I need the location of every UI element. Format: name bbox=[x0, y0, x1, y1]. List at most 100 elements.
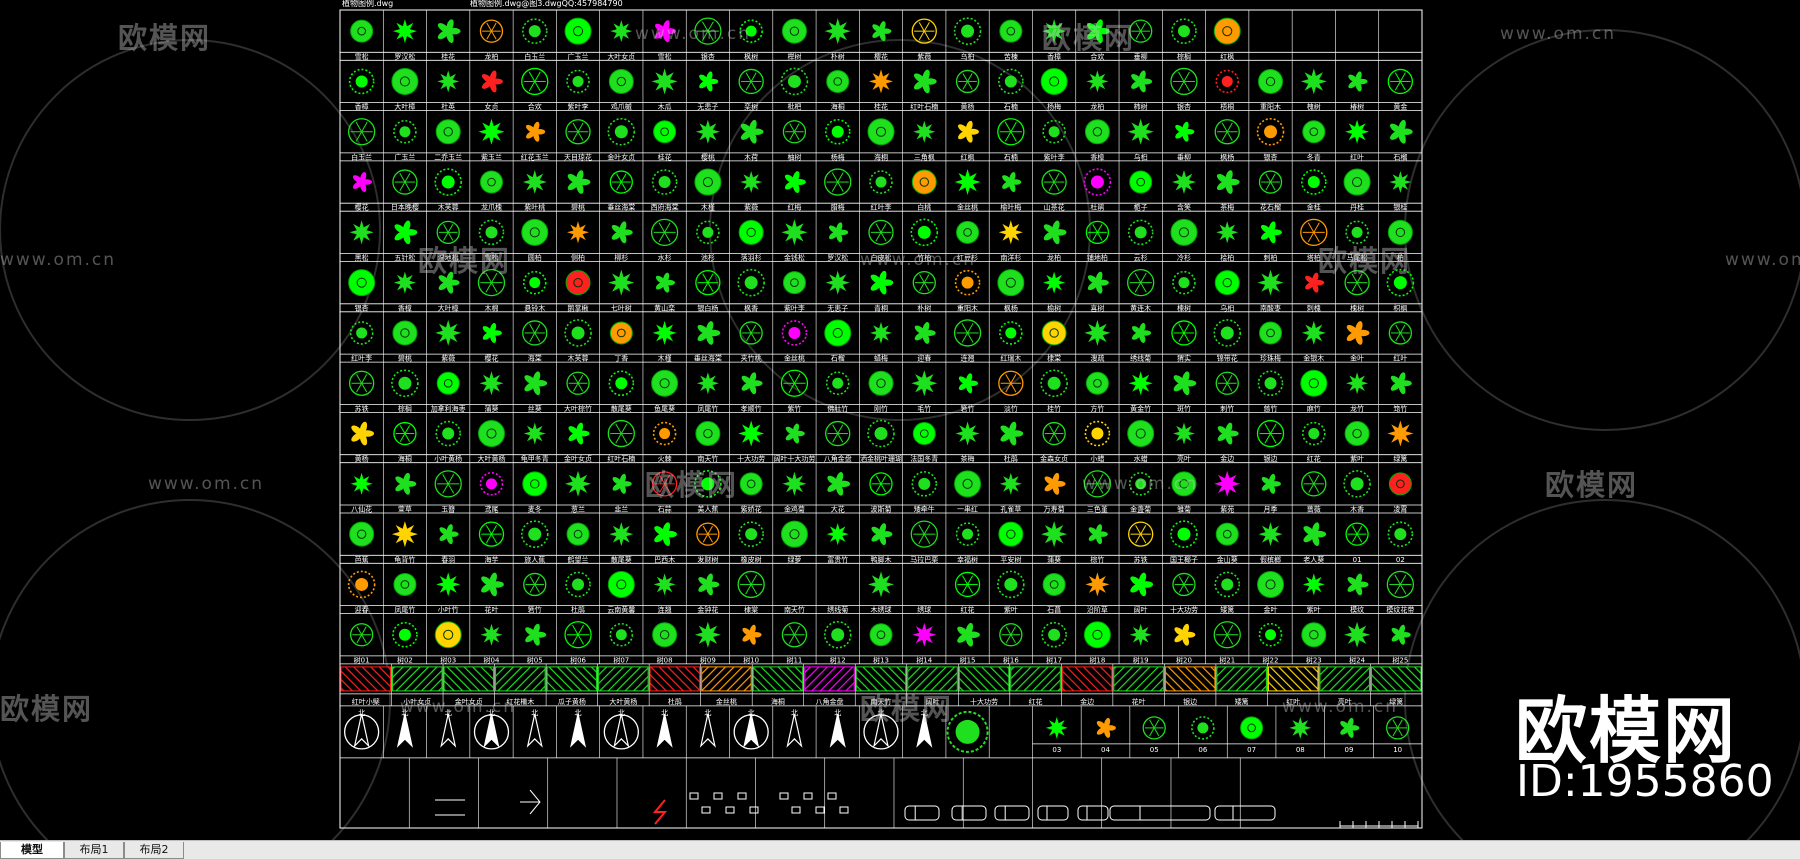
plant-symbol-icon bbox=[1191, 716, 1215, 740]
plant-label: 垂柳 bbox=[1134, 52, 1148, 61]
tab-model[interactable]: 模型 bbox=[0, 842, 64, 859]
plant-label: 珍珠梅 bbox=[1260, 354, 1281, 363]
plant-symbol-icon bbox=[1127, 420, 1155, 448]
plant-label: 树18 bbox=[1089, 655, 1105, 664]
plant-symbol-icon bbox=[651, 169, 678, 195]
plant-label: 乌桕 bbox=[1220, 303, 1234, 312]
plant-symbol-icon bbox=[912, 270, 936, 295]
plant-symbol-icon bbox=[956, 220, 980, 244]
plant-symbol-icon bbox=[650, 218, 679, 247]
plant-label: 木棉 bbox=[484, 303, 498, 312]
plant-symbol-icon bbox=[1041, 621, 1067, 648]
plant-label: 五针松 bbox=[394, 253, 415, 262]
plant-label: 榆叶梅 bbox=[1000, 203, 1021, 212]
plant-label: 榉树 bbox=[787, 52, 801, 61]
plant-symbol-icon bbox=[479, 19, 504, 43]
plant-symbol-icon bbox=[1345, 119, 1370, 144]
plant-symbol-icon bbox=[607, 419, 635, 448]
plant-symbol-icon bbox=[911, 18, 937, 44]
plant-label: 箬竹 bbox=[528, 605, 542, 614]
plant-label: 青桐 bbox=[874, 303, 888, 312]
plant-label: 01 bbox=[1353, 556, 1362, 564]
plant-label: 金叶 bbox=[1350, 354, 1364, 363]
plant-label: 圆柏 bbox=[528, 253, 542, 262]
plant-symbol-icon bbox=[1259, 321, 1283, 345]
hatch-label: 金丝桃 bbox=[716, 697, 737, 706]
plant-symbol-icon bbox=[1128, 371, 1153, 396]
plant-label: 树03 bbox=[440, 655, 456, 664]
plant-label: 月季 bbox=[1264, 505, 1278, 514]
plant-symbol-icon bbox=[522, 170, 547, 194]
plant-label: 铺地柏 bbox=[1087, 253, 1108, 262]
plant-label: 银桂 bbox=[1393, 203, 1407, 212]
plant-label: 雏菊 bbox=[1177, 505, 1191, 514]
plant-label: 雪松 bbox=[355, 52, 369, 61]
plant-symbol-icon bbox=[828, 222, 849, 243]
watermark-brand: 欧模网 bbox=[1318, 244, 1412, 278]
shrub-label: 09 bbox=[1345, 746, 1354, 754]
plant-symbol-icon bbox=[654, 522, 677, 546]
plant-label: 树15 bbox=[960, 655, 976, 664]
plant-symbol-icon bbox=[1214, 571, 1241, 598]
cad-model-space[interactable]: 植物图例.dwg 植物图例.dwg@图3.dwgQQ:457984790 雪松 罗汉松… bbox=[0, 0, 1800, 840]
plant-label: 红枫 bbox=[1220, 52, 1234, 61]
watermark-url: www.om.cn bbox=[1725, 250, 1800, 270]
plant-label: 棕榈 bbox=[1177, 52, 1191, 61]
plant-label: 木绣球 bbox=[871, 605, 892, 614]
plant-symbol-icon bbox=[392, 169, 418, 195]
plant-symbol-icon bbox=[1391, 624, 1411, 645]
plant-symbol-icon bbox=[781, 320, 808, 346]
north-label: 北 bbox=[575, 709, 582, 717]
plant-label: 鸢尾 bbox=[484, 505, 498, 514]
plant-symbol-icon bbox=[698, 573, 720, 596]
plant-label: 金盏菊 bbox=[1130, 505, 1151, 514]
plant-symbol-icon bbox=[1041, 169, 1067, 195]
plant-symbol-icon bbox=[913, 69, 937, 94]
plant-label: 无患子 bbox=[697, 102, 718, 111]
plant-label: 黑松 bbox=[355, 253, 369, 262]
plant-label: 红花 bbox=[961, 605, 975, 614]
plant-symbol-icon bbox=[954, 571, 981, 598]
watermark-brand: 欧模网 bbox=[118, 21, 212, 55]
hatch-swatch bbox=[1319, 666, 1370, 692]
hatch-label: 红花 bbox=[1029, 697, 1043, 706]
plant-symbol-icon bbox=[609, 522, 634, 547]
plant-symbol-icon bbox=[1084, 420, 1111, 447]
tab-layout1[interactable]: 布局1 bbox=[64, 842, 124, 859]
plant-symbol-icon bbox=[1258, 622, 1283, 647]
plant-symbol-icon bbox=[1083, 168, 1112, 196]
plant-label: 迎春 bbox=[355, 605, 369, 614]
plant-symbol-icon bbox=[478, 521, 505, 547]
plant-symbol-icon bbox=[435, 319, 462, 346]
plant-symbol-icon bbox=[1000, 421, 1024, 446]
plant-label: 银杏 bbox=[701, 52, 715, 61]
plant-symbol-icon bbox=[349, 521, 375, 547]
plant-label: 十大功劳 bbox=[737, 454, 765, 463]
plant-label: 金钱松 bbox=[784, 253, 805, 262]
plant-symbol-icon bbox=[1387, 521, 1414, 547]
watermark-brand: 欧模网 bbox=[0, 692, 94, 726]
plant-label: 筇竹 bbox=[1393, 404, 1407, 413]
plant-symbol-icon bbox=[349, 220, 374, 245]
hatch-label: 十大功劳 bbox=[970, 697, 998, 706]
plant-label: 鸡爪槭 bbox=[611, 102, 632, 111]
plant-label: 幸福树 bbox=[957, 555, 978, 564]
plant-symbol-icon bbox=[610, 20, 633, 43]
plant-symbol-icon bbox=[521, 18, 548, 44]
plant-label: 南酸枣 bbox=[1260, 303, 1281, 312]
plant-label: 桂花 bbox=[658, 152, 672, 161]
plant-symbol-icon bbox=[1002, 172, 1022, 193]
plant-label: 金丝桃 bbox=[784, 354, 805, 363]
plant-label: 木香 bbox=[1350, 505, 1364, 514]
plant-symbol-icon bbox=[435, 420, 462, 447]
plant-symbol-icon bbox=[609, 170, 633, 194]
plant-label: 毛竹 bbox=[917, 404, 931, 413]
plant-symbol-icon bbox=[1130, 572, 1154, 597]
plant-label: 碧桃 bbox=[571, 203, 585, 212]
plant-label: 春羽 bbox=[441, 555, 455, 564]
hatch-swatch bbox=[443, 666, 495, 692]
tab-layout2[interactable]: 布局2 bbox=[124, 842, 184, 859]
plant-label: 银白杨 bbox=[697, 303, 718, 312]
plant-symbol-icon bbox=[694, 621, 721, 648]
plant-label: 楝树 bbox=[1177, 303, 1191, 312]
